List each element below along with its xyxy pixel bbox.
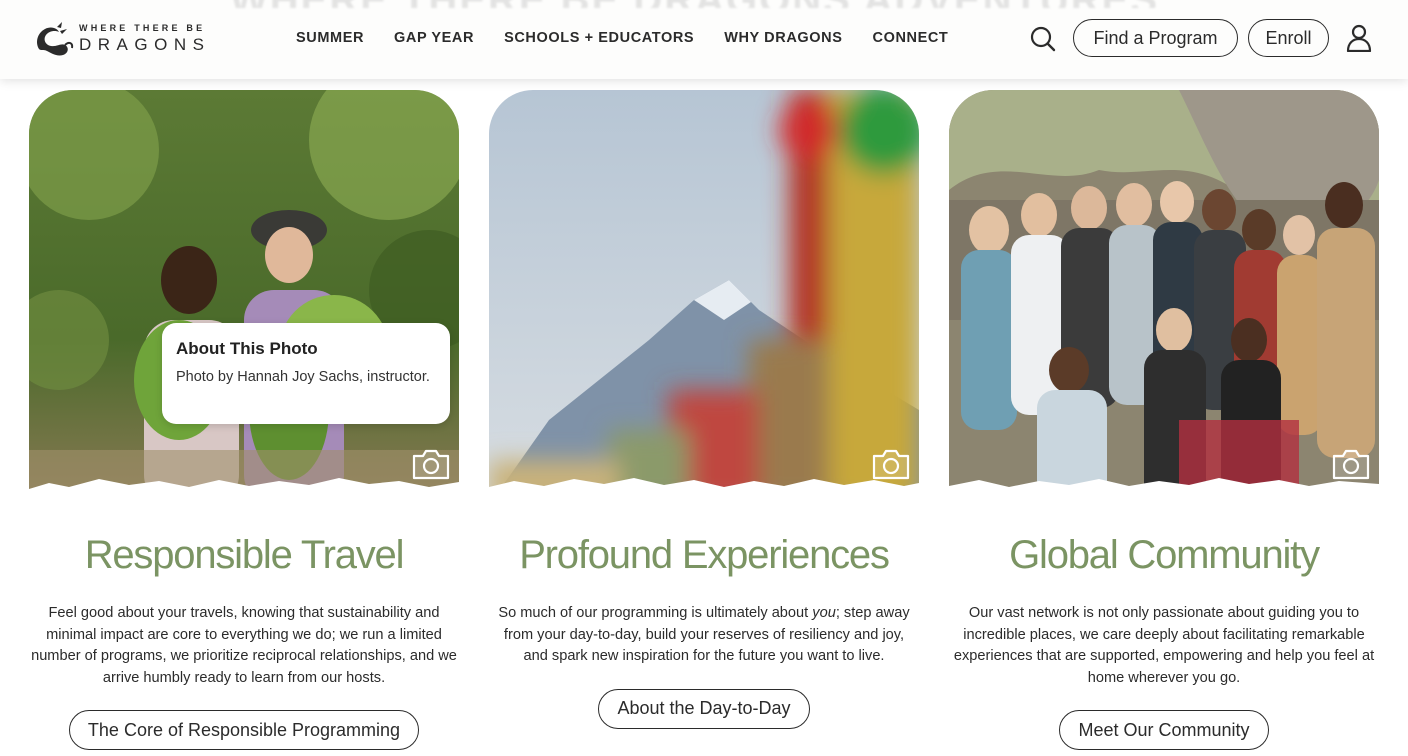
nav-schools-educators[interactable]: SCHOOLS + EDUCATORS (504, 30, 694, 46)
nav-gap-year[interactable]: GAP YEAR (394, 30, 474, 46)
enroll-button[interactable]: Enroll (1248, 19, 1329, 57)
card-description-emphasis: you (812, 605, 836, 621)
about-day-to-day-button[interactable]: About the Day-to-Day (598, 688, 810, 729)
card-responsible-travel: About This Photo Photo by Hannah Joy Sac… (29, 90, 459, 750)
background-heading: WHERE THERE BE DRAGONS ADVENTURES (230, 0, 1180, 8)
card-title: Responsible Travel (84, 533, 405, 577)
logo-wordmark: DRAGONS (79, 34, 211, 54)
card-photo (489, 90, 919, 505)
find-program-button[interactable]: Find a Program (1073, 19, 1238, 57)
site-header: WHERE THERE BE DRAGONS ADVENTURES WHERE … (0, 0, 1408, 79)
photo-info-button[interactable] (1331, 447, 1371, 481)
site-logo[interactable]: WHERE THERE BE DRAGONS (31, 19, 211, 59)
card-description-part: So much of our programming is ultimately… (498, 605, 813, 621)
user-icon (1346, 24, 1372, 53)
nav-summer[interactable]: SUMMER (296, 30, 364, 46)
card-global-community: Global Community Our vast network is not… (949, 90, 1379, 750)
card-description: Our vast network is not only passionate … (953, 605, 1375, 686)
card-title: Global Community (1009, 533, 1320, 577)
card-description: Feel good about your travels, knowing th… (31, 605, 457, 686)
torn-edge (29, 478, 459, 505)
core-responsible-programming-button[interactable]: The Core of Responsible Programming (68, 710, 420, 750)
nav-connect[interactable]: CONNECT (873, 30, 949, 46)
popover-title: About This Photo (176, 339, 318, 358)
meet-community-button[interactable]: Meet Our Community (1059, 710, 1269, 750)
photo-credit-popover: About This Photo Photo by Hannah Joy Sac… (162, 323, 450, 424)
dragon-icon (37, 22, 74, 56)
card-title: Profound Experiences (519, 533, 890, 577)
main-nav: SUMMER GAP YEAR SCHOOLS + EDUCATORS WHY … (296, 30, 948, 46)
card-photo: About This Photo Photo by Hannah Joy Sac… (29, 90, 459, 505)
camera-icon (1332, 449, 1370, 480)
group-photo (949, 90, 1379, 505)
camera-icon (412, 449, 450, 480)
photo-info-button[interactable] (871, 447, 911, 481)
torn-edge (489, 478, 919, 505)
card-description: So much of our programming is ultimately… (489, 603, 919, 668)
photo-info-button[interactable] (411, 447, 451, 481)
search-icon (1030, 26, 1056, 52)
mountain-photo (489, 90, 919, 505)
camera-icon (872, 449, 910, 480)
card-profound-experiences: Profound Experiences So much of our prog… (489, 90, 919, 729)
account-button[interactable] (1346, 24, 1372, 53)
card-photo (949, 90, 1379, 505)
search-button[interactable] (1030, 26, 1056, 52)
logo-tagline: WHERE THERE BE (79, 22, 206, 33)
popover-text: Photo by Hannah Joy Sachs, instructor. (176, 369, 430, 385)
jungle-photo (29, 90, 459, 505)
nav-why-dragons[interactable]: WHY DRAGONS (724, 30, 842, 46)
torn-edge (949, 478, 1379, 505)
